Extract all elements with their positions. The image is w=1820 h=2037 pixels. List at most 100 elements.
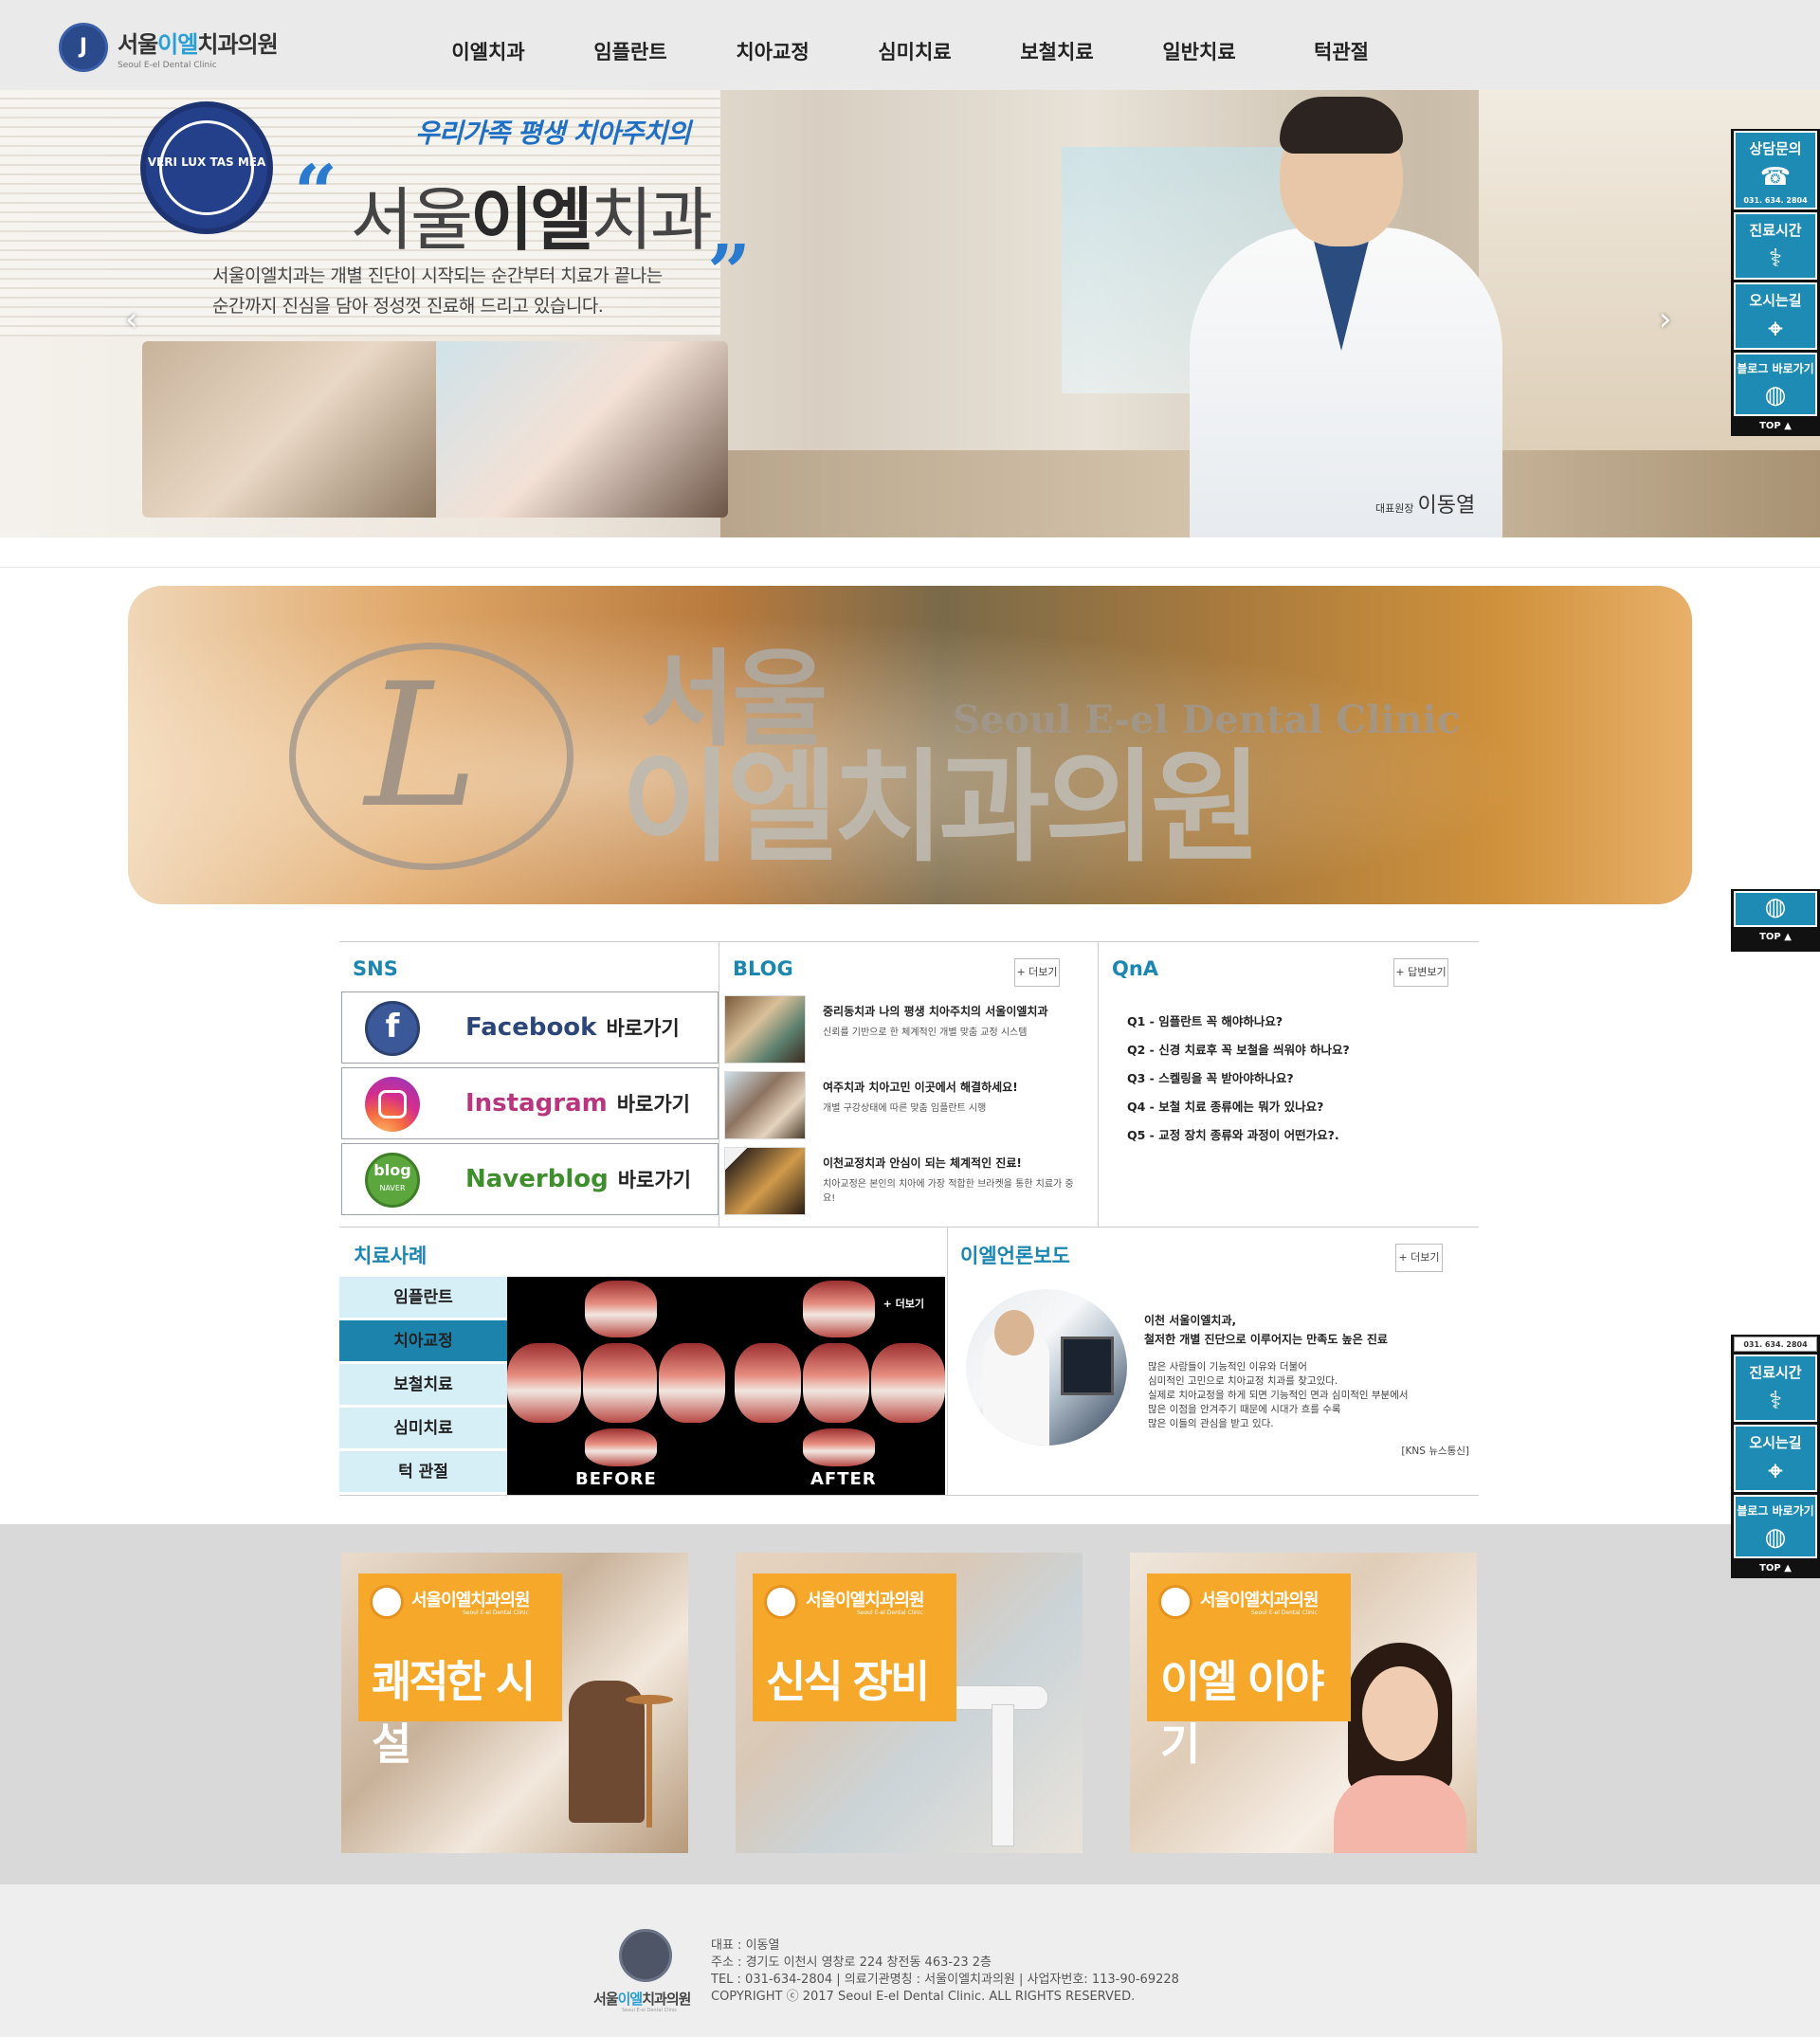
blog-thumbnail [724,1147,806,1215]
case-tab-aesthetic[interactable]: 심미치료 [339,1408,507,1449]
case-tab-tmj[interactable]: 턱 관절 [339,1451,507,1493]
main-nav: 이엘치과 임플란트 치아교정 심미치료 보철치료 일반치료 턱관절 [417,0,1412,90]
nav-item-implant[interactable]: 임플란트 [559,0,701,90]
hero-slider: VERI LUX TAS MEA 우리가족 평생 치아주치의 “ 서울이엘치과 … [0,90,1820,537]
facebook-link[interactable]: Facebook바로가기 [341,991,719,1064]
qna-item[interactable]: Q4 - 보철 치료 종류에는 뭐가 있나요? [1127,1097,1323,1115]
nav-item-general[interactable]: 일반치료 [1128,0,1270,90]
promo-title: 신식 장비 [766,1656,930,1707]
footer-seal-icon [619,1929,672,1982]
nav-item-prosthetic[interactable]: 보철치료 [986,0,1128,90]
nav-item-ortho[interactable]: 치아교정 [701,0,844,90]
qna-title: QnA [1112,957,1159,980]
case-tab-ortho[interactable]: 치아교정 [339,1320,507,1362]
nav-item-aesthetic[interactable]: 심미치료 [844,0,986,90]
cases-press-row: 치료사례 임플란트 치아교정 보철치료 심미치료 턱 관절 + 더보기 BEFO… [339,1228,1479,1496]
hero-photo-strip [142,341,728,518]
instagram-icon [365,1077,420,1132]
consultation-photo [142,341,436,518]
before-after-photo[interactable]: + 더보기 BEFORE AFTER [507,1277,945,1495]
globe-icon: ◍ [1764,381,1787,409]
instagram-link[interactable]: Instagram 바로가기 [341,1067,719,1139]
naver-blog-icon: blog NAVER [365,1153,420,1208]
quick-hours-button[interactable]: 진료시간 ⚕ [1734,212,1817,280]
slider-prev-icon[interactable]: ‹ [125,300,138,338]
site-logo[interactable]: 서울이엘치과의원 Seoul E-el Dental Clinic [59,23,279,72]
promo-seal-icon [764,1585,798,1619]
case-tab-implant[interactable]: 임플란트 [339,1277,507,1319]
press-title: 이엘언론보도 [960,1245,1070,1267]
blog-post[interactable]: 여주치과 치아고민 이곳에서 해결하세요! 개별 구강상태에 따른 맞춤 임플란… [719,1071,1098,1143]
press-more-button[interactable]: + 더보기 [1395,1244,1443,1272]
info-row: SNS Facebook바로가기 Instagram바로가기 blogNAVER… [339,941,1479,1228]
footer-brand: 서울이엘치과의원 [593,1991,691,2008]
promo-card-story[interactable]: 서울이엘치과의원 Seoul E-el Dental Clinic 이엘 이야기 [1130,1553,1477,1853]
banner-english-name: Seoul E-el Dental Clinic [953,698,1461,742]
quick-blog-button[interactable]: 블로그 바로가기 ◍ [1734,353,1817,416]
qna-item[interactable]: Q1 - 임플란트 꼭 해야하나요? [1127,1011,1283,1029]
scroll-top-button[interactable]: TOP ▲ [1734,1561,1817,1576]
map-pin-icon: ⌖ [1768,315,1783,343]
cases-title: 치료사례 [354,1245,428,1267]
quick-blog-button[interactable]: 블로그 바로가기 ◍ [1734,1495,1817,1558]
footer-info: 대표 : 이동열 주소 : 경기도 이천시 영창로 224 창전동 463-23… [711,1938,1179,2004]
case-more-link[interactable]: + 더보기 [883,1296,924,1311]
logo-name: 서울이엘치과의원 [118,30,279,58]
quick-directions-button[interactable]: 오시는길 ⌖ [1734,1425,1817,1492]
hero-eyebrow: 우리가족 평생 치아주치의 [415,118,691,149]
blog-title: BLOG [733,957,793,980]
nav-item-eel[interactable]: 이엘치과 [417,0,559,90]
hero-description: 서울이엘치과는 개별 진단이 시작되는 순간부터 치료가 끝나는 순간까지 진심… [212,265,663,317]
scroll-top-button[interactable]: TOP ▲ [1734,930,1817,945]
promo-band: 서울이엘치과의원 Seoul E-el Dental Clinic 쾌적한 시설… [0,1524,1820,1884]
divider [0,567,1820,568]
footer: 서울이엘치과의원 Seoul E-el Dental Clinic 대표 : 이… [0,1884,1820,2037]
promo-title: 쾌적한 시설 [372,1656,536,1770]
after-label: AFTER [810,1469,877,1489]
promo-seal-icon [1158,1585,1192,1619]
promo-card-equipment[interactable]: 서울이엘치과의원 Seoul E-el Dental Clinic 신식 장비 [736,1553,1083,1853]
before-label: BEFORE [575,1469,657,1489]
quick-menu-lower: 031. 634. 2804 진료시간 ⚕ 오시는길 ⌖ 블로그 바로가기 ◍ … [1731,1335,1820,1578]
press-body: 많은 사람들이 기능적인 이유와 더불어 심미적인 고민으로 치아교정 치과를 … [1148,1361,1409,1429]
promo-title: 이엘 이야기 [1160,1656,1324,1770]
hero-seal-icon: VERI LUX TAS MEA [140,101,273,234]
nav-item-tmj[interactable]: 턱관절 [1270,0,1412,90]
globe-icon: ◍ [1764,893,1787,921]
slider-next-icon[interactable]: › [1659,300,1672,338]
map-pin-icon: ⌖ [1768,1457,1783,1485]
blog-post[interactable]: 이천교정치과 안심이 되는 체계적인 진료! 치아교정은 본인의 치아에 가장 … [719,1147,1098,1219]
qna-item[interactable]: Q3 - 스켈링을 꼭 받아야하나요? [1127,1068,1294,1086]
promo-seal-icon [370,1585,404,1619]
globe-icon: ◍ [1764,1523,1787,1552]
doctor-photo [1190,97,1502,537]
blog-more-button[interactable]: + 더보기 [1014,958,1060,987]
quick-consult-button[interactable]: 상담문의 ☎ 031. 634. 2804 [1734,131,1817,209]
phone-icon: ☎ [1759,163,1792,191]
quick-phone-number: 031. 634. 2804 [1734,1337,1817,1352]
promo-card-facility[interactable]: 서울이엘치과의원 Seoul E-el Dental Clinic 쾌적한 시설 [341,1553,688,1853]
banner-name-line2: 이엘치과의원 [621,737,1263,879]
brand-banner: L 서울 Seoul E-el Dental Clinic 이엘치과의원 [128,586,1692,904]
stethoscope-icon: ⚕ [1768,245,1783,273]
quick-directions-button[interactable]: 오시는길 ⌖ [1734,282,1817,350]
qna-more-button[interactable]: + 답변보기 [1393,958,1448,987]
scroll-top-button[interactable]: TOP ▲ [1734,419,1817,434]
monogram: L [365,647,479,846]
qna-item[interactable]: Q5 - 교정 장치 종류와 과정이 어떤가요?. [1127,1125,1339,1143]
quick-hours-button[interactable]: 진료시간 ⚕ [1734,1355,1817,1422]
header: 서울이엘치과의원 Seoul E-el Dental Clinic 이엘치과 임… [0,0,1820,90]
case-tab-prosthetic[interactable]: 보철치료 [339,1364,507,1406]
model-photo [1334,1643,1466,1853]
qna-item[interactable]: Q2 - 신경 치료후 꼭 보철을 씌워야 하나요? [1127,1040,1350,1058]
press-headline[interactable]: 이천 서울이엘치과, 철저한 개별 진단으로 이루어지는 만족도 높은 진료 [1144,1311,1388,1349]
quick-menu: 상담문의 ☎ 031. 634. 2804 진료시간 ⚕ 오시는길 ⌖ 블로그 … [1731,129,1820,436]
sns-title: SNS [353,957,398,980]
facebook-icon [365,1001,420,1056]
blog-post[interactable]: 중리동치과 나의 평생 치아주치의 서울이엘치과 신뢰를 기반으로 한 체계적인… [719,995,1098,1067]
naverblog-link[interactable]: blog NAVER Naverblog 바로가기 [341,1143,719,1215]
blog-thumbnail [724,995,806,1064]
logo-subtitle: Seoul E-el Dental Clinic [118,60,217,70]
quick-blog-button[interactable]: ◍ [1734,891,1817,927]
press-photo[interactable] [966,1289,1127,1446]
